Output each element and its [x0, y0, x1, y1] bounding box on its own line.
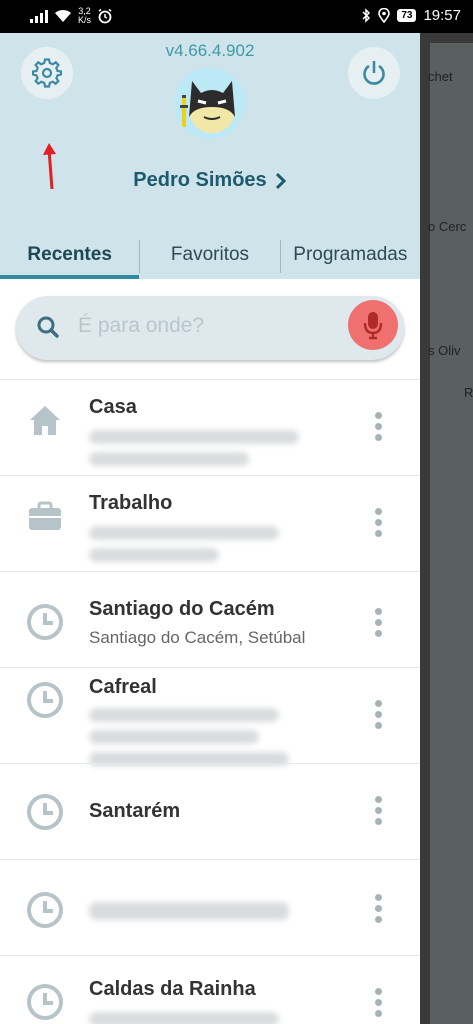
more-options-icon[interactable] [370, 412, 386, 441]
tab-favoritos[interactable]: Favoritos [140, 234, 279, 279]
clock-icon [25, 890, 65, 930]
clock-time: 19:57 [423, 7, 461, 24]
list-item[interactable]: Caldas da Rainha [0, 955, 420, 1024]
more-options-icon[interactable] [370, 894, 386, 923]
list-item[interactable]: Cafreal [0, 667, 420, 766]
profile-header: v4.66.4.902 Pedro Simões Recentes Favori… [0, 33, 420, 279]
list-item-title: Cafreal [89, 676, 157, 698]
home-icon [25, 400, 65, 440]
blurred-address [89, 1012, 279, 1024]
map-label: chet [428, 69, 453, 84]
voice-search-button[interactable] [348, 300, 398, 350]
briefcase-icon [25, 496, 65, 536]
recent-destinations-list: Casa Trabalho Santiago do Cacém Santiago… [0, 379, 420, 1024]
list-item-title: Santarém [89, 800, 181, 822]
list-item-title: Trabalho [89, 492, 173, 514]
more-options-icon[interactable] [370, 508, 386, 537]
list-item-title: Casa [89, 396, 137, 418]
power-button[interactable] [348, 47, 400, 99]
more-options-icon[interactable] [370, 988, 386, 1017]
list-item-title: Caldas da Rainha [89, 978, 256, 1000]
status-bar: 3,2 K/s 73 19:57 [0, 0, 473, 33]
clock-icon [25, 602, 65, 642]
list-item-title: Santiago do Cacém [89, 598, 275, 620]
batman-avatar-icon [180, 81, 235, 133]
red-arrow-annotation [43, 143, 56, 190]
blurred-address [89, 730, 259, 744]
microphone-icon [363, 312, 383, 340]
blurred-address [89, 526, 279, 540]
map-label: s Oliv [428, 343, 461, 358]
list-item[interactable]: Casa [0, 379, 420, 475]
search-icon [37, 316, 59, 338]
search-input[interactable]: É para onde? [16, 296, 404, 360]
clock-icon [25, 982, 65, 1022]
blurred-address [89, 452, 249, 466]
alarm-icon [98, 8, 112, 24]
map-label: R [464, 385, 473, 400]
blurred-address [89, 548, 219, 562]
blurred-title [89, 902, 289, 920]
list-item[interactable]: Santarém [0, 763, 420, 859]
tab-recentes[interactable]: Recentes [0, 234, 140, 279]
map-label: o Cerc [428, 219, 467, 234]
more-options-icon[interactable] [370, 796, 386, 825]
map-view[interactable]: chet o Cerc s Oliv R [420, 33, 473, 1024]
tab-bar: Recentes Favoritos Programadas [0, 234, 420, 279]
battery-indicator: 73 [397, 9, 417, 22]
wifi-icon [55, 9, 71, 22]
cell-signal-icon [30, 9, 48, 23]
list-item[interactable] [0, 859, 420, 955]
list-item[interactable]: Santiago do Cacém Santiago do Cacém, Set… [0, 571, 420, 667]
avatar[interactable] [174, 67, 246, 139]
side-menu: v4.66.4.902 Pedro Simões Recentes Favori… [0, 33, 420, 1024]
gear-icon [32, 58, 62, 88]
network-speed: 3,2 K/s [78, 6, 92, 25]
location-icon [378, 8, 391, 23]
blurred-address [89, 430, 299, 444]
chevron-right-icon [275, 172, 286, 189]
list-item[interactable]: Trabalho [0, 475, 420, 571]
power-icon [363, 61, 385, 85]
profile-link[interactable]: Pedro Simões [0, 169, 420, 192]
bluetooth-icon [362, 8, 371, 23]
clock-icon [25, 792, 65, 832]
more-options-icon[interactable] [370, 608, 386, 637]
search-placeholder: É para onde? [78, 314, 205, 337]
clock-icon [25, 680, 65, 720]
username: Pedro Simões [133, 169, 267, 191]
more-options-icon[interactable] [370, 700, 386, 729]
blurred-address [89, 708, 279, 722]
list-item-subtitle: Santiago do Cacém, Setúbal [89, 628, 306, 647]
tab-programadas[interactable]: Programadas [281, 234, 420, 279]
